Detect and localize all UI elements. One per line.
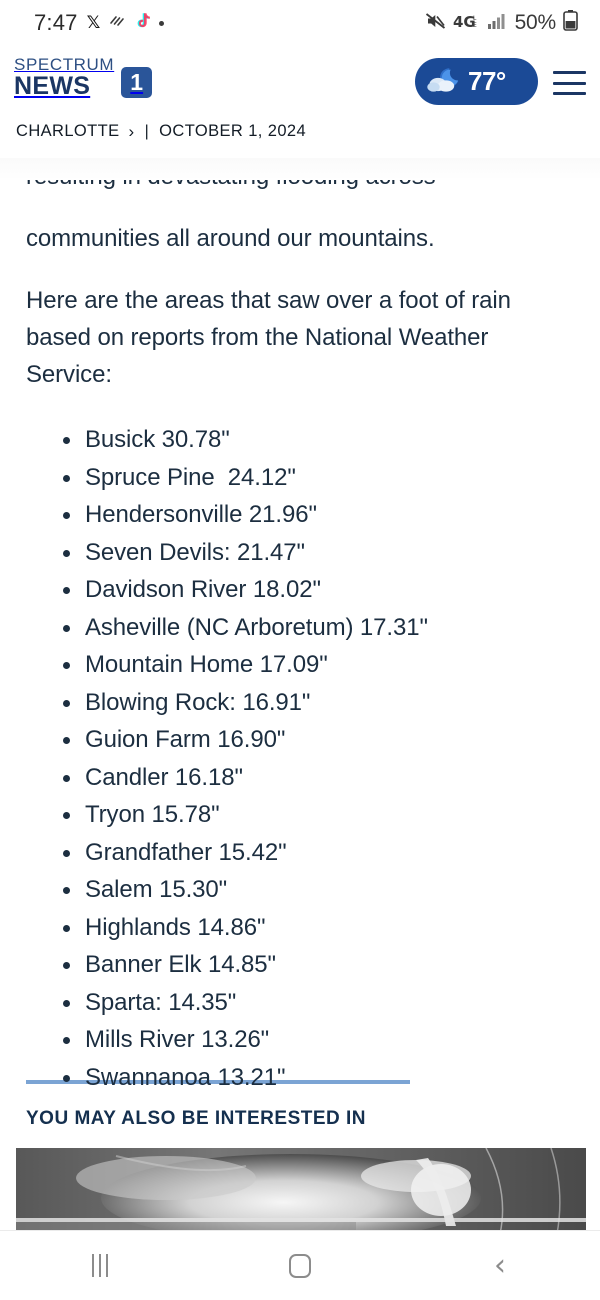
hamburger-bar-2 xyxy=(553,81,586,85)
weather-widget-button[interactable]: 77° xyxy=(415,58,538,105)
android-navigation-bar: ‹ xyxy=(0,1230,600,1300)
rainfall-list-item: Highlands 14.86" xyxy=(26,909,574,947)
rainfall-list-item: Mountain Home 17.09" xyxy=(26,646,574,684)
back-icon: ‹ xyxy=(494,1247,506,1283)
home-icon xyxy=(289,1253,311,1278)
rainfall-list-item: Busick 30.78" xyxy=(26,421,574,459)
weather-temperature: 77° xyxy=(468,66,506,96)
recents-button[interactable] xyxy=(60,1238,140,1294)
rainfall-list-item: Salem 15.30" xyxy=(26,871,574,909)
article-paragraph-2: Here are the areas that saw over a foot … xyxy=(26,287,511,388)
status-time: 7:47 xyxy=(34,10,78,35)
rainfall-list-item: Swannanoa 13.21" xyxy=(26,1059,574,1097)
article-body: resulting in devastating flooding across… xyxy=(0,160,600,1096)
night-cloud-icon xyxy=(426,65,463,99)
rainfall-list-item: Spruce Pine 24.12" xyxy=(26,459,574,497)
status-bar-right: 4G L E 50% xyxy=(425,10,578,36)
rainfall-list-item: Hendersonville 21.96" xyxy=(26,496,574,534)
home-button[interactable] xyxy=(260,1238,340,1294)
logo-channel-badge: 1 xyxy=(121,67,153,98)
rainfall-list-item: Seven Devils: 21.47" xyxy=(26,534,574,572)
rainfall-list-item: Davidson River 18.02" xyxy=(26,571,574,609)
logo-spectrum-text: SPECTRUM xyxy=(14,55,115,74)
rainfall-list-item: Candler 16.18" xyxy=(26,759,574,797)
recents-bar-1 xyxy=(92,1254,94,1277)
x-logo-icon: 𝕏 xyxy=(86,12,101,33)
hamburger-bar-3 xyxy=(553,92,586,95)
back-button[interactable]: ‹ xyxy=(460,1238,540,1294)
spectrum-news-logo[interactable]: SPECTRUM NEWS 1 xyxy=(14,56,153,99)
recents-bar-3 xyxy=(106,1254,108,1277)
network-4g-lte-icon: 4G L E xyxy=(453,12,481,35)
related-section-title: YOU MAY ALSO BE INTERESTED IN xyxy=(26,1108,367,1129)
notification-squiggle-icon xyxy=(109,13,126,34)
related-article-thumbnail[interactable] xyxy=(16,1148,586,1234)
recents-icon xyxy=(92,1254,108,1277)
hamburger-bar-1 xyxy=(553,71,586,74)
dot-icon xyxy=(159,20,165,26)
tiktok-icon xyxy=(135,12,151,34)
rainfall-list-item: Sparta: 14.35" xyxy=(26,984,574,1022)
chevron-right-icon[interactable]: › xyxy=(129,123,135,140)
recents-bar-2 xyxy=(99,1254,101,1277)
breadcrumb-separator: | xyxy=(144,122,150,140)
status-bar: 7:47 𝕏 4G L E 50% xyxy=(0,0,600,46)
rainfall-list-item: Banner Elk 14.85" xyxy=(26,946,574,984)
battery-icon xyxy=(563,10,578,36)
breadcrumb-location[interactable]: CHARLOTTE xyxy=(16,122,120,141)
rainfall-totals-list: Busick 30.78" Spruce Pine 24.12" Henderson… xyxy=(0,421,600,1096)
header-scroll-fade xyxy=(0,158,600,180)
article-paragraph-1: communities all around our mountains. xyxy=(26,225,435,252)
site-header: SPECTRUM NEWS 1 77° CHARLOTTE › | OCTOBE… xyxy=(0,46,600,158)
satellite-radar-image xyxy=(16,1148,586,1234)
signal-bars-icon xyxy=(487,12,508,34)
breadcrumb-date: OCTOBER 1, 2024 xyxy=(159,122,307,140)
breadcrumb: CHARLOTTE › | OCTOBER 1, 2024 xyxy=(16,122,306,141)
hamburger-menu-icon[interactable] xyxy=(553,71,586,95)
battery-percent-label: 50% xyxy=(514,11,557,34)
rainfall-list-item: Asheville (NC Arboretum) 17.31" xyxy=(26,609,574,647)
rainfall-list-item: Guion Farm 16.90" xyxy=(26,721,574,759)
svg-text:E: E xyxy=(473,22,477,29)
svg-text:L: L xyxy=(473,15,477,22)
status-bar-left: 7:47 𝕏 xyxy=(34,10,165,36)
rainfall-list-item: Mills River 13.26" xyxy=(26,1021,574,1059)
logo-news-text: NEWS xyxy=(14,72,91,100)
phone-screen: 7:47 𝕏 4G L E 50% SPECTRUM NEWS 1 77° CH… xyxy=(0,0,600,1300)
rainfall-list-item: Grandfather 15.42" xyxy=(26,834,574,872)
mute-icon xyxy=(425,12,446,35)
rainfall-list-item: Tryon 15.78" xyxy=(26,796,574,834)
rainfall-list-item: Blowing Rock: 16.91" xyxy=(26,684,574,722)
logo-wordmark: SPECTRUM NEWS xyxy=(14,56,114,99)
related-section: YOU MAY ALSO BE INTERESTED IN xyxy=(0,1080,600,1234)
